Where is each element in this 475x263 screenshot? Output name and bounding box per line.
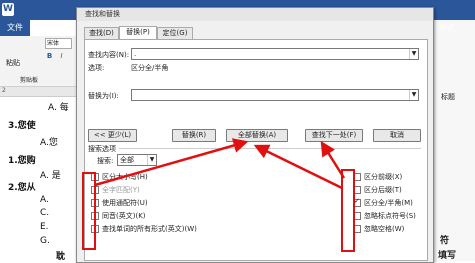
doc-line: A. bbox=[40, 195, 49, 205]
divider bbox=[119, 148, 421, 149]
match-width-label[interactable]: 区分全/半角(M) bbox=[364, 198, 413, 208]
tab-file[interactable]: 文件 bbox=[0, 20, 30, 36]
styles-panel-header: 样式 bbox=[440, 24, 454, 32]
italic-button[interactable]: I bbox=[57, 52, 66, 61]
dialog-title: 查找和替换 bbox=[85, 10, 120, 18]
tab-find[interactable]: 查找(D) bbox=[84, 27, 119, 39]
ruler-number: 2 bbox=[2, 87, 6, 94]
match-suffix-label[interactable]: 区分后缀(T) bbox=[364, 185, 402, 195]
chevron-down-icon[interactable]: ▼ bbox=[409, 49, 418, 59]
search-options-header: 搜索选项 bbox=[88, 145, 116, 153]
find-next-button[interactable]: 查找下一处(F) bbox=[305, 129, 363, 142]
find-replace-dialog: 查找和替换 查找(D) 替换(P) 定位(G) 查找内容(N): . ▼ 选项:… bbox=[76, 7, 434, 263]
doc-line: G. bbox=[40, 236, 50, 246]
document-fill-text: 填写 bbox=[438, 251, 457, 261]
chevron-down-icon[interactable]: ▼ bbox=[147, 155, 156, 165]
dialog-title-bar[interactable]: 查找和替换 bbox=[77, 8, 433, 21]
doc-line: 1.您购 bbox=[8, 156, 36, 166]
bold-button[interactable]: B bbox=[45, 52, 54, 61]
doc-line: A. 每 bbox=[48, 103, 69, 113]
word-app-icon: W bbox=[2, 3, 14, 16]
doc-line: A. 是 bbox=[40, 171, 61, 181]
tab-replace[interactable]: 替换(P) bbox=[119, 26, 157, 39]
whole-word-label[interactable]: 全字匹配(Y) bbox=[102, 185, 140, 195]
styles-panel-label: 标题 bbox=[441, 93, 455, 101]
options-value: 区分全/半角 bbox=[131, 64, 169, 72]
all-word-forms-label[interactable]: 查找单词的所有形式(英文)(W) bbox=[102, 224, 197, 234]
tab-goto[interactable]: 定位(G) bbox=[157, 27, 193, 39]
replace-tab-pane: 查找内容(N): . ▼ 选项: 区分全/半角 替换为(I): ▼ << 更少(… bbox=[84, 39, 428, 261]
search-direction-label: 搜索: bbox=[97, 157, 114, 165]
styles-panel-symbol: 符 bbox=[440, 236, 450, 246]
cancel-button[interactable]: 取消 bbox=[373, 129, 421, 142]
doc-line: C. bbox=[40, 208, 50, 218]
ignore-space-label[interactable]: 忽略空格(W) bbox=[364, 224, 404, 234]
find-what-label: 查找内容(N): bbox=[88, 51, 130, 59]
replace-with-label: 替换为(I): bbox=[88, 92, 119, 100]
highlight-right-checkboxes bbox=[341, 169, 355, 252]
doc-line: 耽 bbox=[56, 252, 66, 262]
replace-all-button[interactable]: 全部替换(A) bbox=[226, 129, 288, 142]
doc-line: A.您 bbox=[40, 138, 58, 148]
search-direction-value: 全部 bbox=[120, 156, 134, 164]
paste-button[interactable]: 粘贴 bbox=[6, 58, 20, 68]
font-name-box[interactable]: 宋体 bbox=[45, 38, 72, 49]
chevron-down-icon[interactable]: ▼ bbox=[409, 90, 418, 100]
find-what-input[interactable]: . ▼ bbox=[131, 48, 419, 60]
styles-panel bbox=[432, 20, 475, 261]
doc-line: 3.您使 bbox=[8, 121, 36, 131]
clipboard-group-label: 剪贴板 bbox=[20, 77, 39, 84]
sounds-like-label[interactable]: 同音(英文)(K) bbox=[102, 211, 146, 221]
less-button[interactable]: << 更少(L) bbox=[88, 129, 137, 142]
highlight-left-checkboxes bbox=[82, 172, 96, 250]
doc-line: E. bbox=[40, 222, 49, 232]
replace-button[interactable]: 替换(R) bbox=[172, 129, 216, 142]
ignore-punctuation-label[interactable]: 忽略标点符号(S) bbox=[364, 211, 416, 221]
replace-with-input[interactable]: ▼ bbox=[131, 89, 419, 101]
wildcards-label[interactable]: 使用通配符(U) bbox=[102, 198, 148, 208]
doc-line: 2.您从 bbox=[8, 183, 36, 193]
match-case-label[interactable]: 区分大小写(H) bbox=[102, 172, 148, 182]
options-label: 选项: bbox=[88, 64, 105, 72]
search-direction-select[interactable]: 全部 ▼ bbox=[117, 154, 157, 166]
tab-home[interactable]: 开始 bbox=[42, 20, 58, 36]
find-what-value: . bbox=[134, 50, 137, 58]
match-prefix-label[interactable]: 区分前缀(X) bbox=[364, 172, 402, 182]
